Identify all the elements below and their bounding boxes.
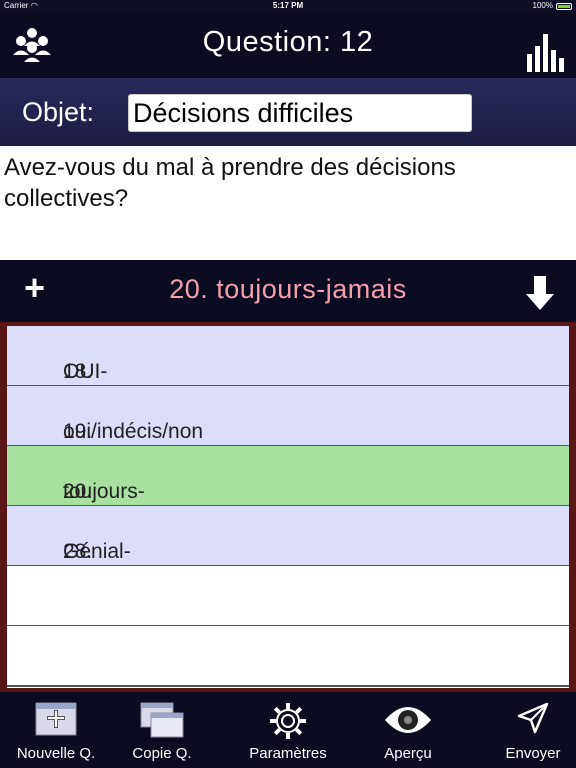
battery-indicator: 100% <box>533 0 572 12</box>
tab-label: Paramètres <box>249 745 327 762</box>
answer-type-bar: + 20. toujours-jamais <box>0 260 576 322</box>
bar-chart-icon[interactable] <box>526 32 566 77</box>
empty-list-item <box>7 626 569 687</box>
question-text[interactable]: Avez-vous du mal à prendre des décisions… <box>4 152 564 214</box>
page-title: Question: 12 <box>202 26 374 58</box>
answer-list-frame: 18. OUI-NON (2) 19. oui/indécis/non (3) … <box>0 322 576 692</box>
battery-icon <box>556 2 572 10</box>
list-item-label: 19. oui/indécis/non (3) <box>63 420 204 467</box>
empty-list-item <box>7 566 569 627</box>
question-area[interactable]: Avez-vous du mal à prendre des décisions… <box>0 146 576 260</box>
copy-windows-icon <box>140 702 184 742</box>
preview-button[interactable]: Aperçu <box>352 692 464 768</box>
subject-bar: Objet: Décisions difficiles <box>0 78 576 146</box>
selected-answer-type: 20. toujours-jamais <box>169 274 407 304</box>
send-button[interactable]: Envoyer <box>480 692 576 768</box>
subject-label: Objet: <box>22 97 95 127</box>
new-question-button[interactable]: Nouvelle Q. <box>0 692 112 768</box>
new-window-icon <box>35 702 77 740</box>
list-item[interactable]: 18. OUI-NON (2) <box>7 326 569 431</box>
list-item-selected[interactable]: 20. toujours-jamais (4) <box>7 446 569 551</box>
list-item-label: 20. toujours-jamais (4) <box>63 480 145 551</box>
subject-field[interactable]: Décisions difficiles <box>128 94 472 132</box>
bottom-toolbar: Nouvelle Q. Copie Q. Paramètres Aperçu E… <box>0 692 576 768</box>
status-bar: Carrier ◠ 5:17 PM 100% <box>0 0 576 12</box>
tab-label: Aperçu <box>384 745 432 762</box>
battery-percent: 100% <box>532 1 553 10</box>
list-item-label: 28. Génial-Terrible (5) <box>63 540 132 611</box>
eye-icon <box>383 702 433 742</box>
tab-label: Nouvelle Q. <box>16 745 96 762</box>
tab-label: Copie Q. <box>132 745 192 762</box>
gear-icon <box>269 702 307 744</box>
copy-question-button[interactable]: Copie Q. <box>112 692 212 768</box>
down-arrow-icon[interactable] <box>526 276 554 315</box>
tab-label: Envoyer <box>505 745 561 762</box>
send-arrow-icon <box>517 702 549 738</box>
settings-button[interactable]: Paramètres <box>232 692 344 768</box>
list-item-label: 18. OUI-NON (2) <box>63 360 110 431</box>
answer-list[interactable]: 18. OUI-NON (2) 19. oui/indécis/non (3) … <box>7 326 569 688</box>
list-item[interactable]: 28. Génial-Terrible (5) <box>7 506 569 611</box>
clock: 5:17 PM <box>272 1 304 10</box>
header: Question: 12 <box>0 12 576 78</box>
list-item[interactable]: 19. oui/indécis/non (3) <box>7 386 569 467</box>
